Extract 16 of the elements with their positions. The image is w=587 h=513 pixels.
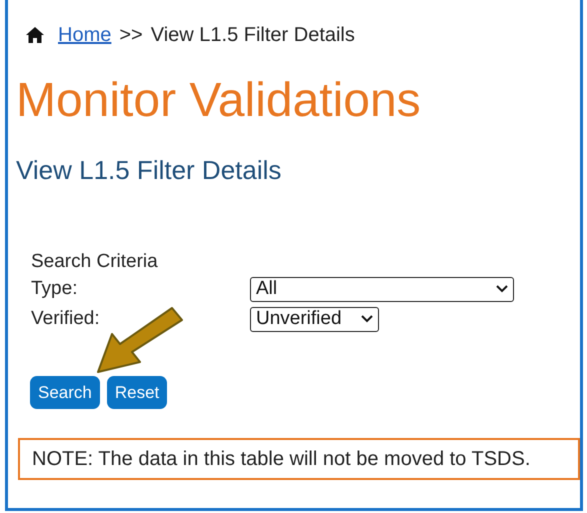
field-label: Type: bbox=[31, 276, 78, 301]
search-button[interactable]: Search bbox=[30, 376, 100, 409]
reset-button[interactable]: Reset bbox=[106, 376, 168, 409]
page-title: Monitor Validations bbox=[16, 73, 421, 129]
chevron-down-icon bbox=[496, 285, 508, 293]
breadcrumb-current: View L1.5 Filter Details bbox=[150, 23, 355, 48]
note-box: NOTE: The data in this table will not be moved to TSDS. bbox=[18, 438, 580, 480]
home-icon[interactable] bbox=[26, 27, 44, 43]
field-label: Verified: bbox=[31, 306, 101, 331]
dropdown-field[interactable]: All bbox=[250, 276, 514, 302]
search-criteria-heading: Search Criteria bbox=[31, 250, 158, 274]
chevron-down-icon bbox=[361, 315, 373, 323]
home-link[interactable]: Home bbox=[58, 20, 112, 50]
page-subtitle: View L1.5 Filter Details bbox=[16, 154, 282, 186]
dropdown-field[interactable]: Unverified bbox=[250, 306, 379, 332]
breadcrumb-separator: >> bbox=[119, 23, 143, 48]
